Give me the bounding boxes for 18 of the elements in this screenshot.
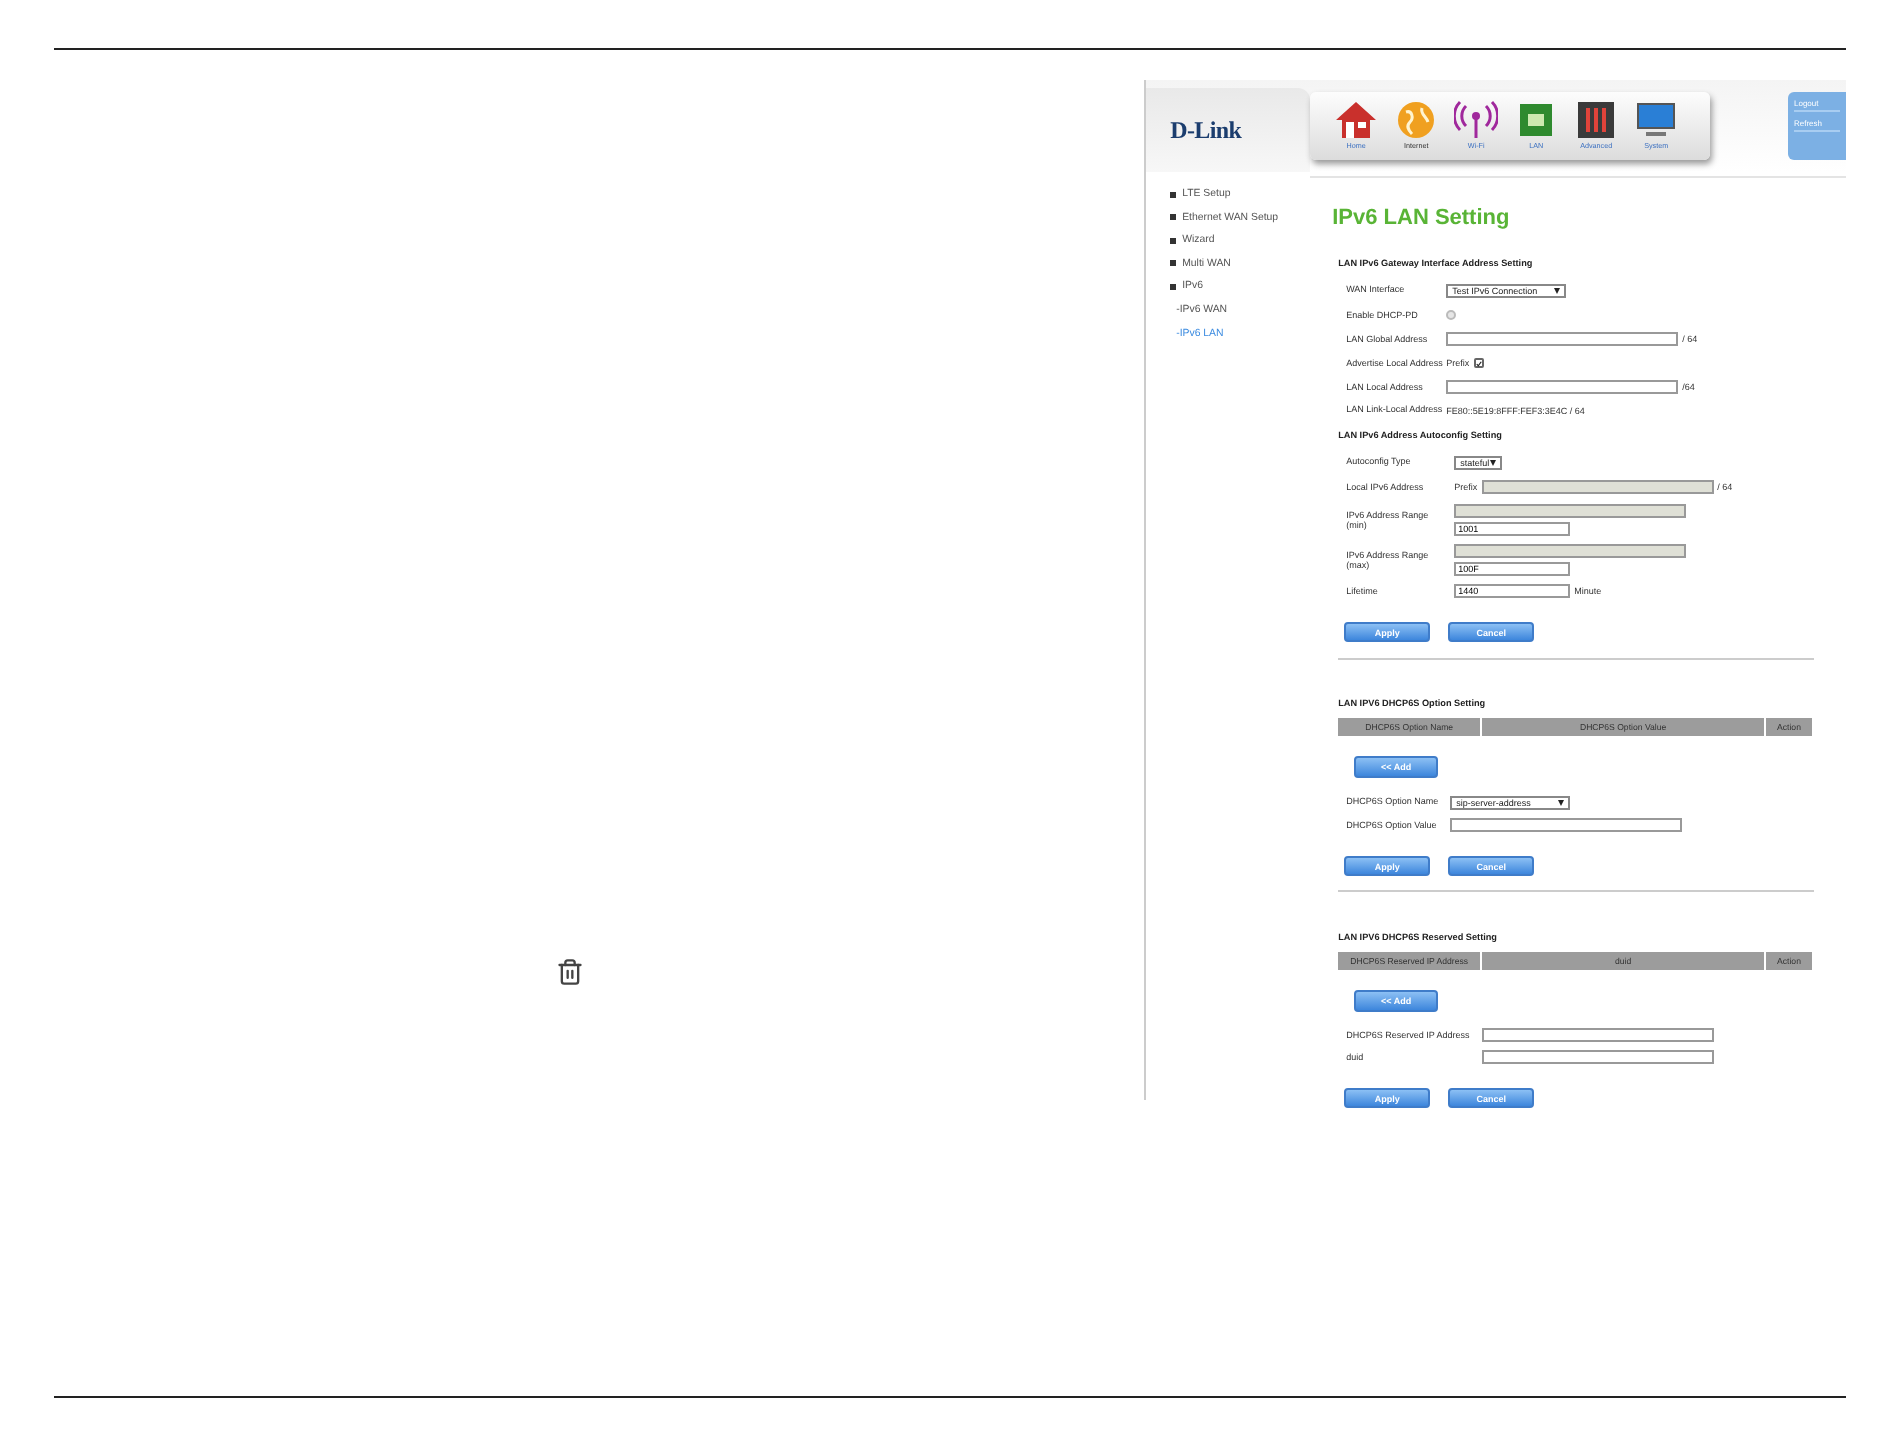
caret-icon — [1490, 459, 1497, 465]
caret-icon — [1554, 287, 1561, 293]
text-field[interactable] — [1482, 1050, 1715, 1064]
tools-icon — [1574, 100, 1619, 140]
globe-icon — [1394, 100, 1439, 140]
page-title: IPv6 LAN Setting — [1332, 206, 1512, 230]
check-icon — [1475, 359, 1482, 367]
text-field[interactable] — [1446, 332, 1679, 346]
wifi-icon — [1454, 100, 1499, 140]
text-field[interactable] — [1446, 380, 1679, 394]
house-icon — [1334, 100, 1379, 140]
checkbox[interactable] — [1473, 358, 1484, 368]
caret-icon — [1558, 799, 1565, 805]
text-field[interactable] — [1450, 818, 1683, 832]
monitor-icon — [1634, 100, 1679, 140]
trash-icon — [556, 958, 584, 986]
logo: D-Link — [1170, 115, 1242, 145]
text-field[interactable] — [1482, 1028, 1715, 1042]
